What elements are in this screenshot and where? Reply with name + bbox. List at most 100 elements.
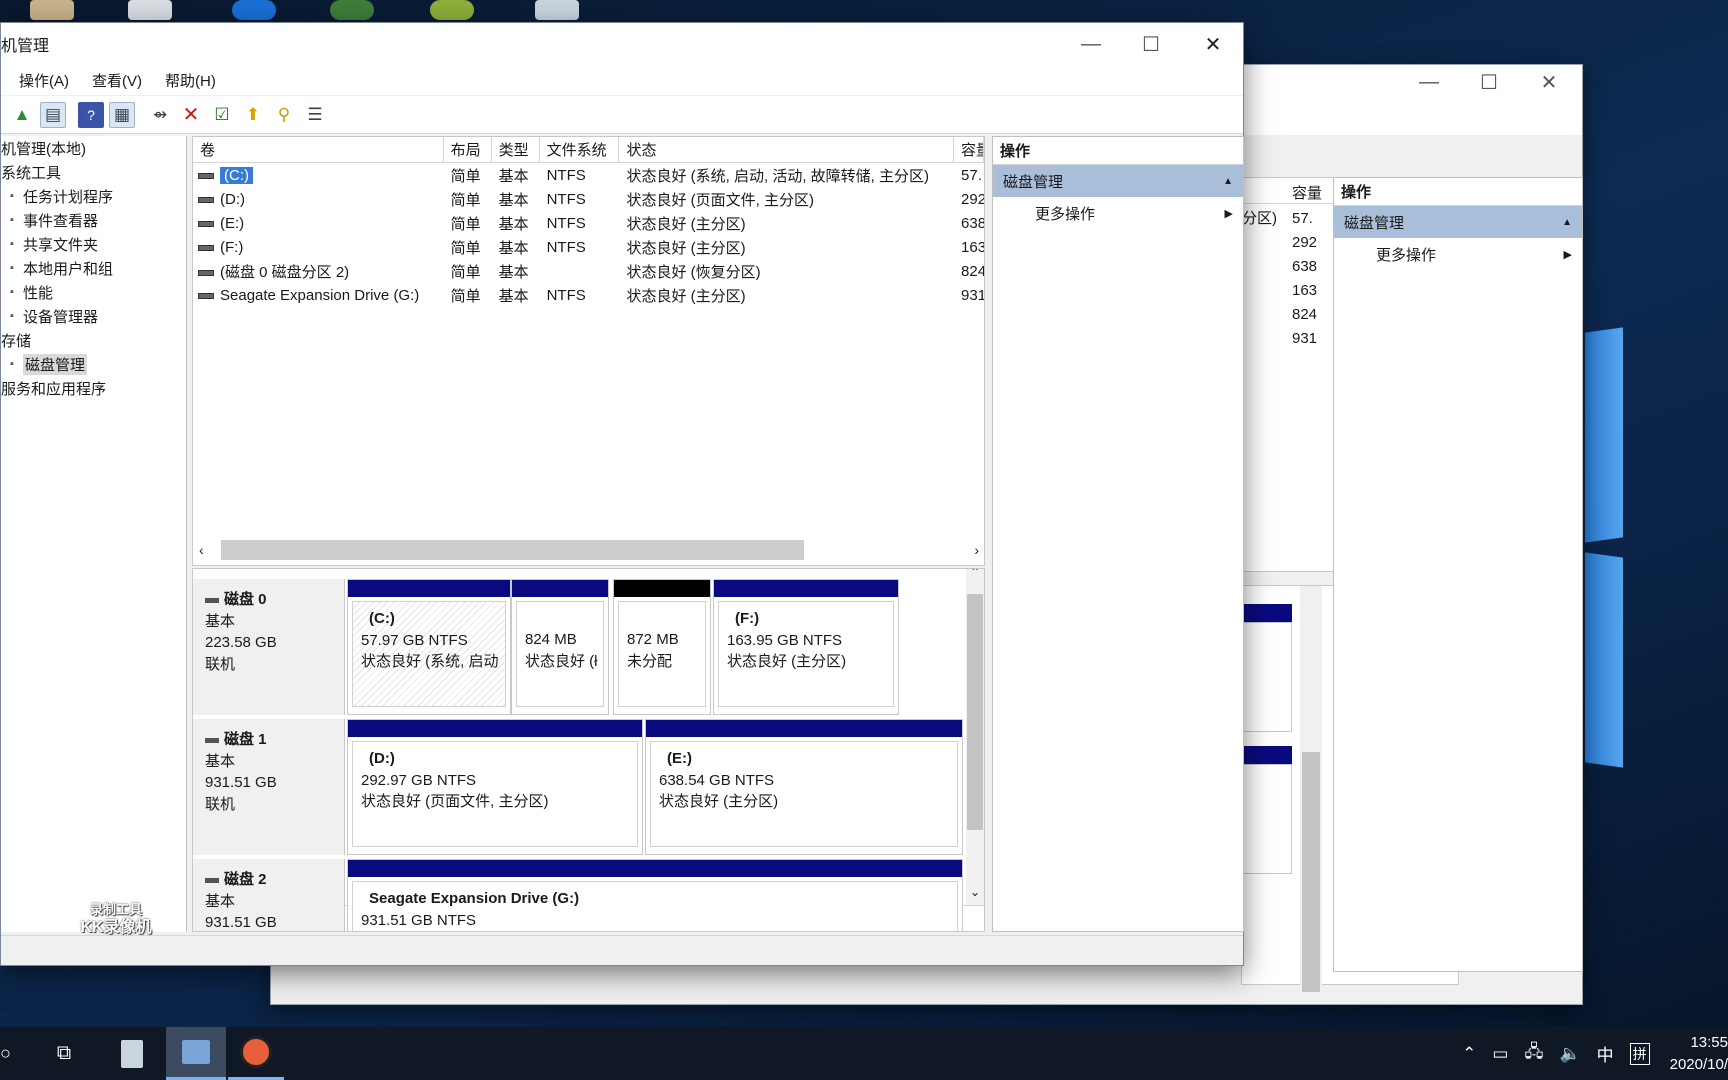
help-icon[interactable]: ?: [78, 101, 104, 128]
show-action-pane-icon[interactable]: ▦: [109, 101, 135, 128]
up-folder-icon[interactable]: ▲: [9, 102, 35, 128]
close-button[interactable]: ✕: [1183, 27, 1243, 61]
desktop-icon[interactable]: [30, 0, 74, 20]
desktop-icon[interactable]: [430, 0, 474, 20]
window-title: 机管理: [1, 38, 50, 55]
more-actions-item[interactable]: 更多操作 ▶: [993, 197, 1243, 229]
event-icon: ▪: [10, 214, 14, 226]
scroll-up-arrow[interactable]: ⌃: [970, 569, 980, 579]
connect-icon[interactable]: ⇴: [147, 102, 173, 128]
tree-item[interactable]: 系统工具: [1, 160, 186, 184]
column-header-status[interactable]: 状态: [619, 137, 955, 162]
status-bar: [1, 935, 1243, 965]
volume-icon[interactable]: 🔈: [1559, 1044, 1580, 1064]
tree-item[interactable]: ▪ 任务计划程序: [1, 184, 186, 208]
partition-block[interactable]: 872 MB 未分配: [613, 579, 711, 715]
column-header-volume[interactable]: 卷: [193, 137, 444, 162]
maximize-button[interactable]: ☐: [1459, 65, 1519, 99]
tree-item[interactable]: 机管理(本地): [1, 136, 186, 160]
scroll-thumb[interactable]: [967, 594, 983, 830]
minimize-button[interactable]: —: [1061, 27, 1121, 61]
search-icon[interactable]: ⚲: [271, 102, 297, 128]
column-header-type[interactable]: 类型: [492, 137, 540, 162]
volume-type-cell: 基本: [498, 215, 529, 233]
scroll-down-arrow[interactable]: ⌄: [970, 885, 980, 899]
actions-section-disk-management[interactable]: 磁盘管理 ▲: [993, 165, 1243, 197]
column-header-capacity[interactable]: 容量: [954, 137, 985, 162]
volume-type-cell: 基本: [498, 263, 529, 281]
windows-logo-beam: [1585, 552, 1623, 768]
vertical-scrollbar[interactable]: ⌃ ⌄: [966, 569, 984, 909]
volume-row[interactable]: Seagate Expansion Drive (G:) 简单 基本 NTFS 状态良好…: [193, 283, 984, 307]
menu-help[interactable]: 帮助(H): [164, 70, 217, 91]
volume-cell: (F:): [193, 239, 444, 256]
disk-label[interactable]: 磁盘 2 基本 931.51 GB: [193, 859, 345, 931]
actions-section-disk-management[interactable]: 磁盘管理 ▲: [1334, 206, 1582, 238]
partition-block[interactable]: (E:) 638.54 GB NTFS 状态良好 (主分区): [645, 719, 963, 855]
scroll-left-arrow[interactable]: ‹: [199, 542, 215, 558]
tree-item[interactable]: ▪ 设备管理器: [1, 304, 186, 328]
tree-item[interactable]: 服务和应用程序: [1, 376, 186, 400]
menu-view[interactable]: 查看(V): [91, 70, 143, 91]
tree-item[interactable]: ▪ 共享文件夹: [1, 232, 186, 256]
language-indicator[interactable]: 中: [1597, 1041, 1614, 1066]
partition-title: (E:): [667, 750, 692, 767]
ime-indicator[interactable]: 拼: [1629, 1042, 1650, 1065]
show-hide-tree-icon[interactable]: ▤: [40, 101, 66, 128]
scroll-right-arrow[interactable]: ›: [974, 542, 979, 558]
column-header-layout[interactable]: 布局: [444, 137, 492, 162]
battery-icon[interactable]: ▭: [1492, 1044, 1508, 1064]
users-icon: ▪: [10, 262, 14, 274]
desktop-icon[interactable]: [535, 0, 579, 20]
list-view-icon[interactable]: ☰: [302, 102, 328, 128]
volume-row[interactable]: (D:) 简单 基本 NTFS 状态良好 (页面文件, 主分区) 292: [193, 187, 984, 211]
disk-kind: 基本: [205, 612, 236, 630]
partition-block[interactable]: Seagate Expansion Drive (G:) 931.51 GB NT…: [347, 859, 963, 931]
tree-item[interactable]: ▪ 本地用户和组: [1, 256, 186, 280]
desktop-icon[interactable]: [128, 0, 172, 20]
volume-fs-cell: NTFS: [546, 214, 586, 232]
computer-management-task-icon[interactable]: [166, 1027, 226, 1080]
partition-line1: 638.54 GB NTFS: [659, 771, 775, 789]
close-button[interactable]: ✕: [1519, 65, 1579, 99]
clock[interactable]: 13:55 2020/10/: [1670, 1032, 1728, 1076]
volume-row[interactable]: (F:) 简单 基本 NTFS 状态良好 (主分区) 163: [193, 235, 984, 259]
recorder-app-icon[interactable]: [228, 1027, 284, 1080]
more-actions-item[interactable]: 更多操作 ▶: [1334, 238, 1582, 270]
column-header-filesystem[interactable]: 文件系统: [540, 137, 620, 162]
computer-management-window[interactable]: 机管理 — ☐ ✕ 操作(A) 查看(V) 帮助(H) ▲ ▤ ? ▦ ⇴ ✕ …: [0, 22, 1244, 966]
capacity-column-header[interactable]: 容量: [1292, 182, 1322, 203]
minimize-button[interactable]: —: [1399, 65, 1459, 99]
desktop-icon[interactable]: [330, 0, 374, 20]
task-view-icon[interactable]: ⧉: [36, 1027, 92, 1080]
partition-block[interactable]: (F:) 163.95 GB NTFS 状态良好 (主分区): [713, 579, 899, 715]
volume-row[interactable]: (磁盘 0 磁盘分区 2) 简单 基本 状态良好 (恢复分区) 824: [193, 259, 984, 283]
volume-row[interactable]: (E:) 简单 基本 NTFS 状态良好 (主分区) 638: [193, 211, 984, 235]
delete-icon[interactable]: ✕: [178, 102, 204, 128]
network-icon[interactable]: 🖧: [1524, 1039, 1543, 1068]
menu-action[interactable]: 操作(A): [18, 70, 70, 91]
tree-item[interactable]: ▪ 磁盘管理: [1, 352, 186, 376]
search-icon[interactable]: ○: [0, 1027, 20, 1080]
volume-row[interactable]: (C:) 简单 基本 NTFS 状态良好 (系统, 启动, 活动, 故障转储, 主分区)…: [193, 163, 984, 187]
tree-item[interactable]: ▪ 性能: [1, 280, 186, 304]
partition-block[interactable]: 824 MB 状态良好 (ł: [511, 579, 609, 715]
properties-icon[interactable]: ☑: [209, 102, 235, 128]
partition-line1: 292.97 GB NTFS: [361, 771, 477, 789]
maximize-button[interactable]: ☐: [1121, 27, 1181, 61]
tree-item[interactable]: 存储: [1, 328, 186, 352]
export-icon[interactable]: ⬆: [240, 102, 266, 128]
volume-fs-cell: NTFS: [546, 286, 586, 304]
calculator-icon[interactable]: [104, 1027, 160, 1080]
tree-item[interactable]: ▪ 事件查看器: [1, 208, 186, 232]
disk-name-text: 磁盘 2: [224, 871, 267, 888]
horizontal-scrollbar[interactable]: ‹ ›: [199, 539, 979, 561]
scroll-thumb[interactable]: [220, 540, 805, 560]
show-hidden-icons-icon[interactable]: ⌃: [1462, 1044, 1476, 1064]
disk-label[interactable]: 磁盘 0 基本 223.58 GB 联机: [193, 579, 345, 715]
disk-label[interactable]: 磁盘 1 基本 931.51 GB 联机: [193, 719, 345, 855]
partition-block[interactable]: (C:) 57.97 GB NTFS 状态良好 (系统, 启动: [347, 579, 511, 715]
partition-line1: 931.51 GB NTFS: [361, 911, 477, 929]
partition-block[interactable]: (D:) 292.97 GB NTFS 状态良好 (页面文件, 主分区): [347, 719, 643, 855]
desktop-icon[interactable]: [232, 0, 276, 20]
